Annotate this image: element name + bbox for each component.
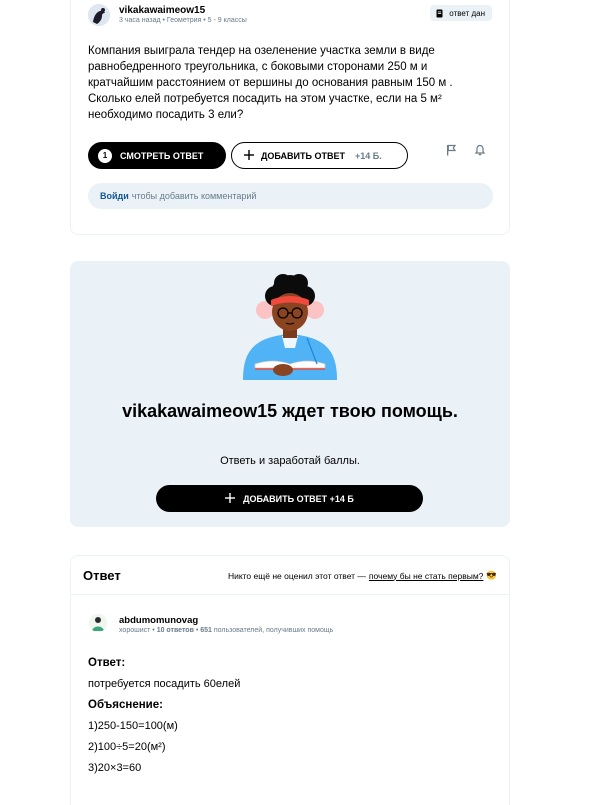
question-meta: 3 часа назад • Геометрия • 5 - 9 классы [119,17,247,24]
cool-emoji-icon: 😎 [486,570,497,580]
answer-line: Ответ: [88,657,126,669]
help-title: vikakawaimeow15 ждет твою помощь. [122,401,458,421]
bell-icon[interactable] [470,140,490,160]
view-answer-label: СМОТРЕТЬ ОТВЕТ [120,150,204,161]
question-card: vikakawaimeow15 3 часа назад • Геометрия… [70,0,510,235]
flag-icon[interactable] [441,140,461,160]
answer-body: Ответ: потребуется посадить 60елей Объяс… [88,653,240,779]
author-helped-text: пользователей, получивших помощь [213,627,334,634]
add-answer-button[interactable]: ДОБАВИТЬ ОТВЕТ +14 Б. [231,142,408,169]
answered-badge: ответ дан [430,5,492,21]
add-answer-points: +14 Б. [354,150,382,161]
answer-doc-icon [436,9,443,18]
view-answer-button[interactable]: 1 СМОТРЕТЬ ОТВЕТ [88,142,226,169]
answer-author-avatar[interactable] [89,614,107,632]
rate-first-link[interactable]: почему бы не стать первым? [369,571,484,581]
login-link[interactable]: Войди [100,191,129,201]
student-reading-illustration [235,272,345,389]
answered-badge-label: ответ дан [449,8,485,18]
author-helped-count: 651 [200,627,212,634]
answer-author-name[interactable]: abdumomunovag [119,615,198,626]
answer-line: 1)250-150=100(м) [88,720,178,732]
question-author-avatar[interactable] [88,4,110,26]
answer-author-meta: хорошист • 10 ответов • 651 пользователе… [119,627,334,634]
answers-count-badge: 1 [98,148,112,163]
question-author-name[interactable]: vikakawaimeow15 [119,5,205,16]
comment-prompt[interactable]: Войди чтобы добавить комментарий [88,183,493,209]
answer-section-title: Ответ [83,568,121,583]
question-text: Компания выиграла тендер на озеленение у… [88,45,453,121]
help-request-card: vikakawaimeow15 ждет твою помощь. Ответь… [70,261,510,527]
plus-icon [244,149,254,162]
add-answer-label: ДОБАВИТЬ ОТВЕТ [261,150,345,161]
answer-header: Ответ Никто ещё не оценил этот ответ — п… [71,556,509,595]
rating-prompt-text: Никто ещё не оценил этот ответ — [227,570,366,581]
rating-prompt: Никто ещё не оценил этот ответ — почему … [228,570,497,581]
author-rank: хорошист [119,627,151,634]
add-answer-big-button[interactable]: ДОБАВИТЬ ОТВЕТ +14 Б [156,485,423,512]
help-subtitle: Ответь и заработай баллы. [220,455,360,467]
answer-line: Объяснение: [88,699,163,711]
add-answer-big-label: ДОБАВИТЬ ОТВЕТ +14 Б [243,493,354,504]
comment-hint: чтобы добавить комментарий [131,191,257,201]
answer-line: потребуется посадить 60елей [88,678,241,690]
answer-line: 3)20×3=60 [88,762,142,774]
answer-card: Ответ Никто ещё не оценил этот ответ — п… [70,555,510,805]
plus-icon [225,492,236,505]
author-answers-count: 10 ответов [156,627,194,634]
answer-line: 2)100÷5=20(м²) [88,741,166,753]
